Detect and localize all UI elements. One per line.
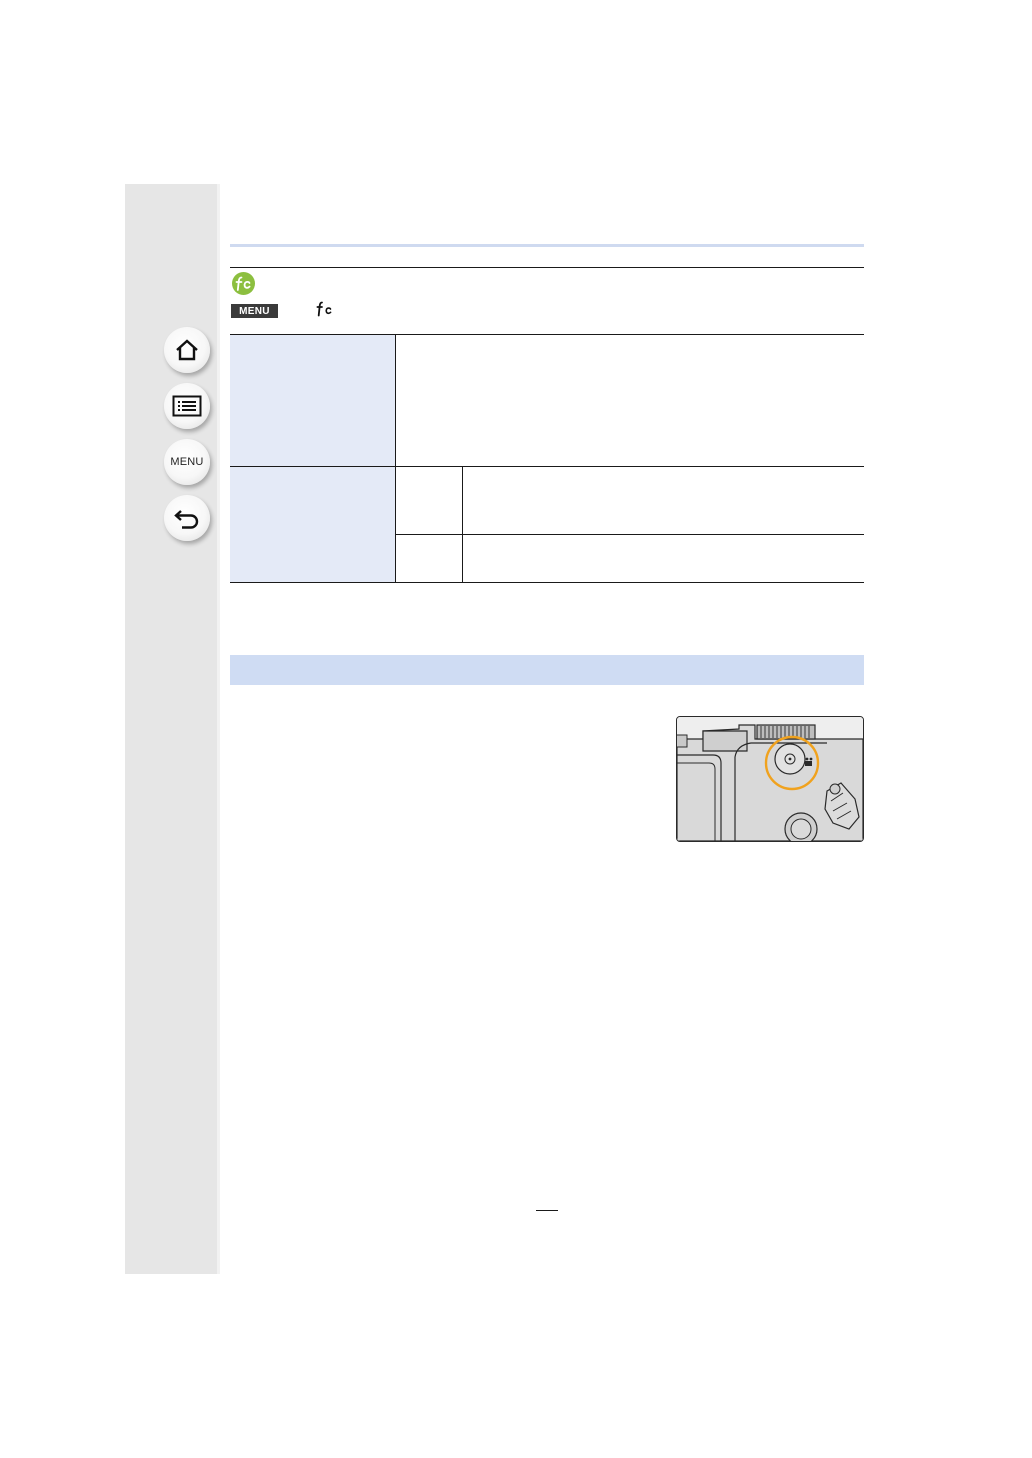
table-option-description-2 bbox=[463, 535, 864, 582]
table-label-column bbox=[230, 334, 395, 582]
fc-badge-icon bbox=[232, 272, 255, 295]
table-row-1-description bbox=[396, 335, 864, 466]
home-button[interactable] bbox=[164, 327, 210, 373]
list-icon bbox=[172, 395, 202, 417]
table-option-cell-1 bbox=[396, 467, 462, 534]
home-icon bbox=[176, 339, 198, 361]
page-number-underline bbox=[536, 1210, 558, 1211]
contents-button[interactable] bbox=[164, 383, 210, 429]
menu-chip: MENU bbox=[231, 304, 278, 318]
back-button[interactable] bbox=[164, 495, 210, 541]
section-heading-bar bbox=[230, 655, 864, 685]
camera-top-mode-dial-illustration bbox=[676, 716, 864, 842]
table-border-bottom bbox=[230, 582, 864, 583]
table-option-description-1 bbox=[463, 467, 864, 534]
back-arrow-icon bbox=[174, 510, 199, 529]
menu-chip-label: MENU bbox=[239, 305, 270, 317]
menu-button[interactable]: MENU bbox=[164, 439, 210, 485]
section-rule bbox=[230, 267, 864, 268]
header-divider bbox=[230, 244, 864, 247]
fc-icon bbox=[316, 301, 332, 317]
menu-button-label: MENU bbox=[170, 456, 204, 468]
table-option-cell-2 bbox=[396, 535, 462, 582]
